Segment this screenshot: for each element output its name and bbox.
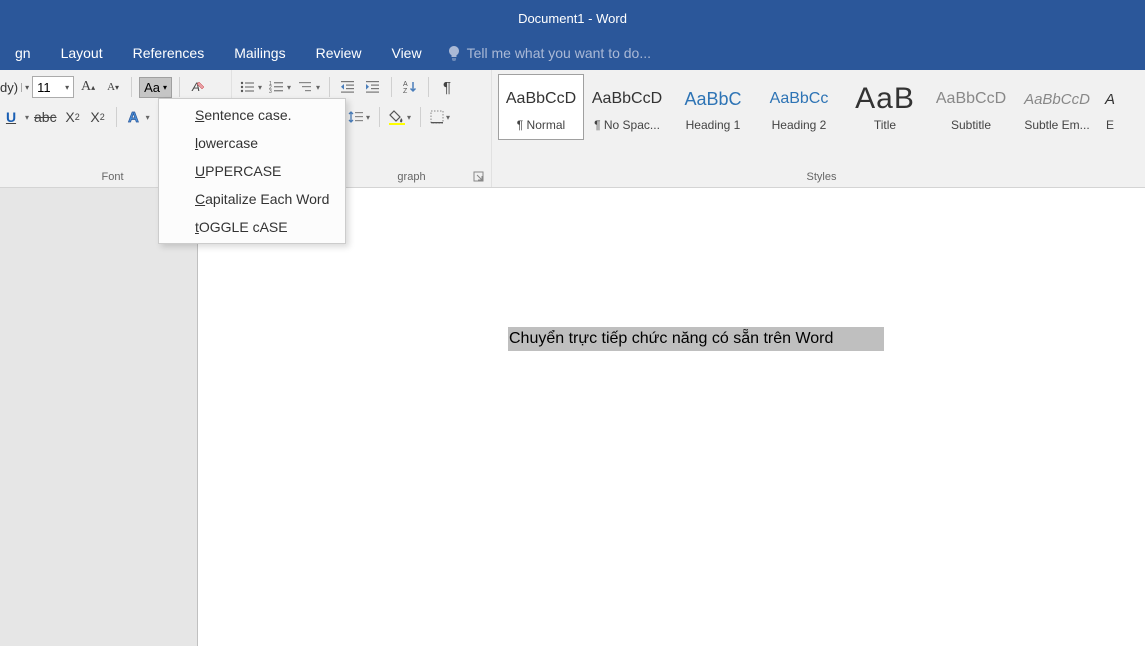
left-margin-area [0,188,197,646]
font-name-partial[interactable]: dy) [0,80,18,95]
svg-text:A: A [128,109,139,126]
document-area: Chuyển trực tiếp chức năng có sẵn trên W… [0,188,1145,646]
tab-layout[interactable]: Layout [46,36,118,70]
separator [428,77,429,97]
change-case-menu: Sentence case. lowercase UPPERCASE Capit… [158,98,346,244]
styles-group-label: Styles [498,169,1145,185]
paragraph-dialog-launcher-icon[interactable] [473,171,485,183]
style-heading-2[interactable]: AaBbCc Heading 2 [756,74,842,140]
decrease-indent-button[interactable] [337,76,359,98]
separator [391,77,392,97]
tab-references[interactable]: References [118,36,220,70]
style-normal[interactable]: AaBbCcD ¶ Normal [498,74,584,140]
svg-text:3: 3 [269,89,272,94]
shrink-font-button[interactable]: A▾ [102,76,124,98]
lightbulb-icon [447,45,461,61]
menu-lowercase[interactable]: lowercase [159,129,345,157]
chevron-down-icon[interactable]: ▾ [25,113,29,122]
font-size-value: 11 [37,80,51,95]
styles-gallery[interactable]: AaBbCcD ¶ Normal AaBbCcD ¶ No Spac... Aa… [498,74,1145,140]
change-case-button[interactable]: Aa ▾ [139,77,172,98]
change-case-icon: Aa [144,80,160,95]
tab-view[interactable]: View [376,36,436,70]
style-title[interactable]: AaB Title [842,74,928,140]
font-size-input[interactable]: 11 ▾ [32,76,74,98]
style-emphasis-partial[interactable]: A E [1100,74,1120,140]
numbering-button[interactable]: 123 [267,76,293,98]
text-effects-button[interactable]: A [124,106,152,128]
bullets-button[interactable] [238,76,264,98]
ribbon-tabs: gn Layout References Mailings Review Vie… [0,36,1145,70]
grow-font-button[interactable]: A▴ [77,76,99,98]
tab-design-partial[interactable]: gn [0,36,46,70]
borders-button[interactable] [428,106,452,128]
strikethrough-button[interactable]: abc [32,106,59,128]
style-subtle-emphasis[interactable]: AaBbCcD Subtle Em... [1014,74,1100,140]
menu-sentence-case[interactable]: Sentence case. [159,101,345,129]
separator [131,77,132,97]
tell-me-placeholder: Tell me what you want to do... [467,45,651,61]
tab-review[interactable]: Review [301,36,377,70]
multilevel-list-button[interactable] [296,76,322,98]
menu-uppercase[interactable]: UPPERCASE [159,157,345,185]
clear-formatting-button[interactable]: A [187,76,209,98]
chevron-down-icon: ▾ [163,83,167,92]
superscript-button[interactable]: X2 [87,106,109,128]
increase-indent-button[interactable] [362,76,384,98]
style-heading-1[interactable]: AaBbC Heading 1 [670,74,756,140]
style-subtitle[interactable]: AaBbCcD Subtitle [928,74,1014,140]
tab-mailings[interactable]: Mailings [219,36,300,70]
document-text: Chuyển trực tiếp chức năng có sẵn trên W… [509,328,880,350]
menu-toggle-case[interactable]: tOGGLE cASE [159,213,345,241]
separator [379,107,380,127]
styles-group: AaBbCcD ¶ Normal AaBbCcD ¶ No Spac... Aa… [492,70,1145,187]
tell-me-search[interactable]: Tell me what you want to do... [447,45,651,61]
separator [420,107,421,127]
svg-text:A: A [403,81,408,88]
font-size-dropdown-icon[interactable]: ▾ [62,83,69,92]
svg-text:Z: Z [403,88,408,95]
line-spacing-button[interactable] [346,106,372,128]
ribbon: dy) ▾ 11 ▾ A▴ A▾ Aa ▾ A U [0,70,1145,188]
window-title: Document1 - Word [518,11,627,26]
sort-button[interactable]: AZ [399,76,421,98]
separator [116,107,117,127]
document-page[interactable]: Chuyển trực tiếp chức năng có sẵn trên W… [197,188,1145,646]
shading-button[interactable] [387,106,413,128]
selected-text-block[interactable]: Chuyển trực tiếp chức năng có sẵn trên W… [508,327,884,351]
subscript-button[interactable]: X2 [62,106,84,128]
title-bar: Document1 - Word [0,0,1145,36]
show-hide-paragraph-button[interactable]: ¶ [436,76,458,98]
separator [179,77,180,97]
menu-capitalize-each-word[interactable]: Capitalize Each Word [159,185,345,213]
font-name-dropdown-icon[interactable]: ▾ [21,83,29,92]
style-no-spacing[interactable]: AaBbCcD ¶ No Spac... [584,74,670,140]
separator [329,77,330,97]
underline-button[interactable]: U [0,106,22,128]
